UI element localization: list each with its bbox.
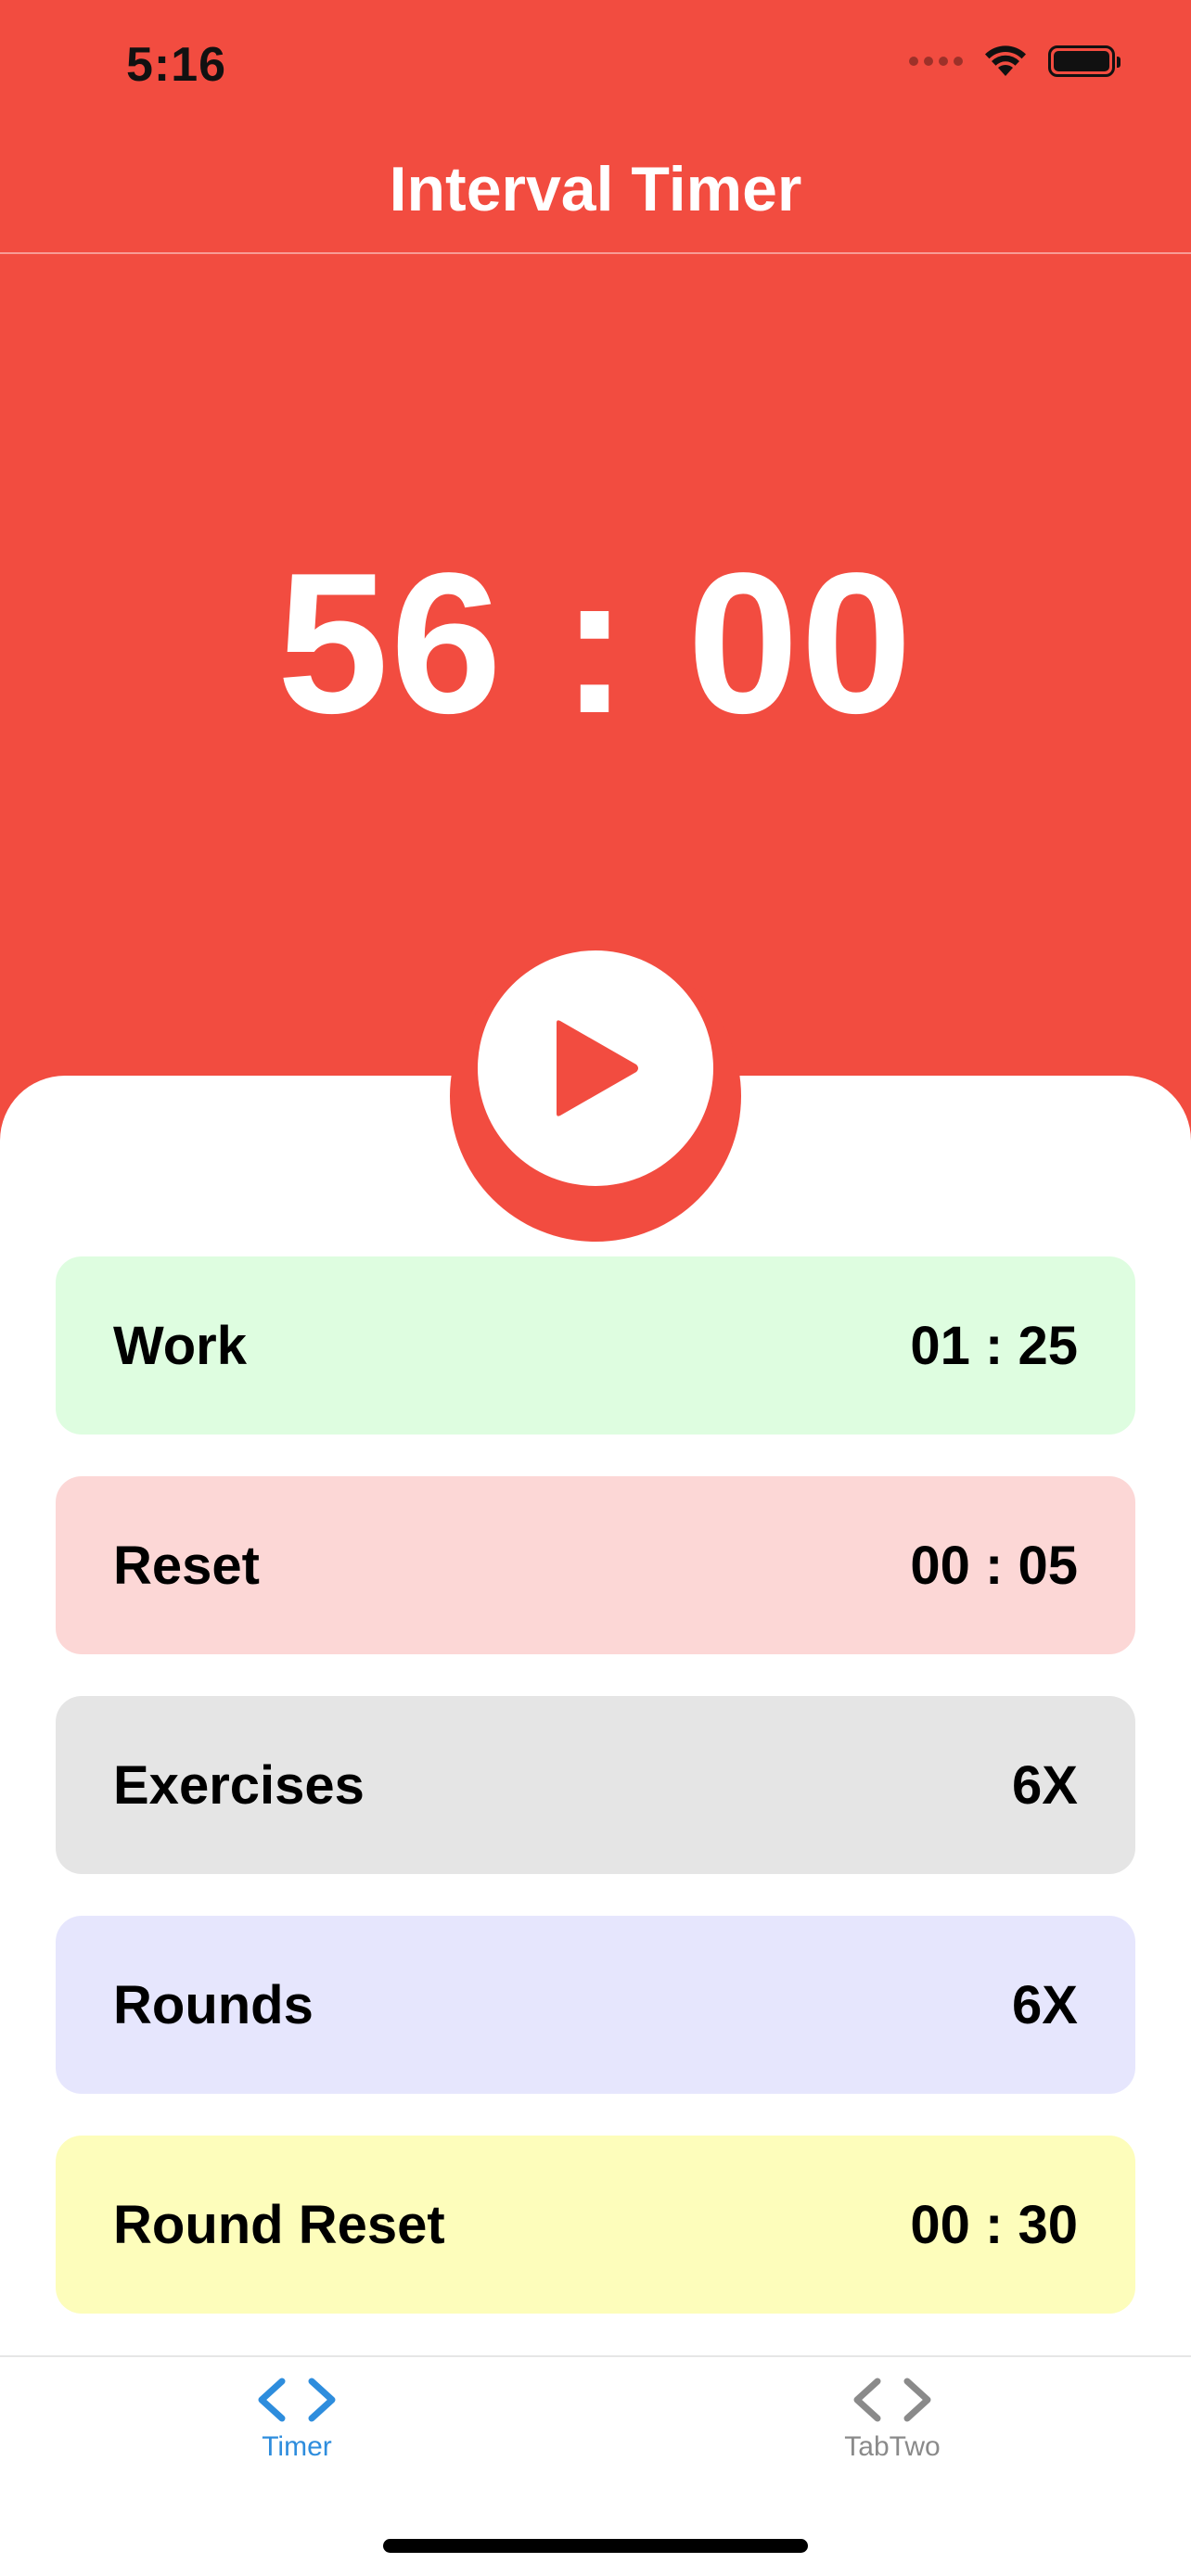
setting-label: Reset — [113, 1535, 260, 1596]
tab-label: TabTwo — [844, 2431, 941, 2462]
tab-tabtwo[interactable]: TabTwo — [753, 2376, 1031, 2463]
interval-timer-screen: 5:16 Interval Timer 56 : 00 Work 01: 25… — [0, 0, 1191, 2576]
status-time: 5:16 — [126, 38, 227, 92]
code-chevrons-icon — [853, 2378, 931, 2422]
setting-label: Round Reset — [113, 2194, 445, 2255]
wifi-icon — [985, 45, 1026, 76]
reset-setting-card[interactable]: Reset 00 : 05 — [56, 1476, 1135, 1654]
setting-label: Work — [113, 1315, 247, 1376]
battery-icon — [1048, 45, 1121, 77]
setting-label: Exercises — [113, 1754, 365, 1816]
setting-value: 6X — [1012, 1754, 1078, 1816]
cellular-signal-icon — [909, 57, 963, 66]
code-chevrons-icon — [258, 2378, 336, 2422]
tab-timer[interactable]: Timer — [158, 2376, 436, 2463]
setting-value: 00 : 05 — [910, 1535, 1078, 1596]
status-indicators — [909, 45, 1121, 78]
exercises-setting-card[interactable]: Exercises 6X — [56, 1696, 1135, 1874]
work-setting-card[interactable]: Work 01 : 25 — [56, 1256, 1135, 1435]
status-bar: 5:16 — [0, 0, 1191, 130]
rounds-setting-card[interactable]: Rounds 6X — [56, 1916, 1135, 2094]
setting-label: Rounds — [113, 1974, 314, 2035]
tab-label: Timer — [262, 2431, 332, 2462]
setting-value: 00 : 30 — [910, 2194, 1078, 2255]
home-indicator — [383, 2539, 808, 2553]
setting-value: 6X — [1012, 1974, 1078, 2035]
total-time-display: 56 : 00 — [276, 530, 915, 755]
play-icon — [557, 1020, 638, 1116]
nav-divider — [0, 252, 1191, 254]
play-button[interactable] — [478, 950, 713, 1186]
setting-value: 01 : 25 — [910, 1315, 1078, 1376]
page-title: Interval Timer — [389, 154, 802, 224]
round-reset-setting-card[interactable]: Round Reset 00 : 30 — [56, 2136, 1135, 2314]
